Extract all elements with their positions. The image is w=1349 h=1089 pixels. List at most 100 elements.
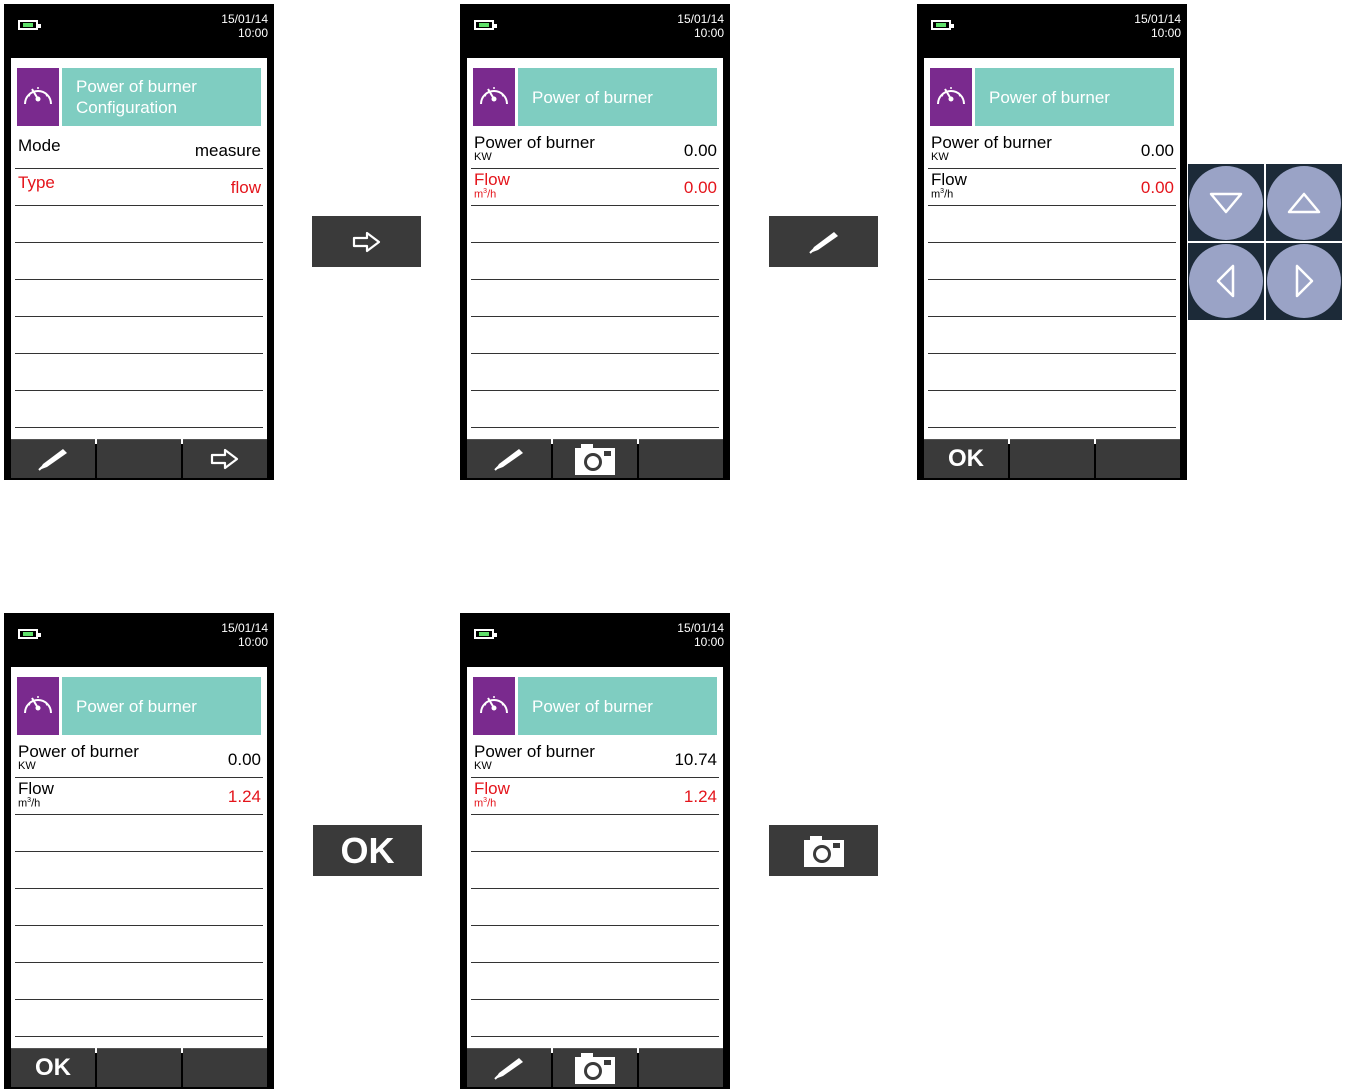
datetime: 15/01/14 10:00 (677, 621, 724, 649)
softkey-empty[interactable] (639, 1048, 723, 1087)
flow-value-editing[interactable]: 1.24 (228, 787, 261, 807)
softkey-snapshot[interactable] (553, 1048, 637, 1087)
power-label: Power of burner (474, 742, 595, 761)
softkey-bar (467, 1048, 723, 1087)
title-line-1: Power of burner (76, 696, 197, 716)
softkey-snapshot[interactable] (553, 439, 637, 478)
gauge-icon (17, 677, 59, 735)
empty-row (928, 317, 1176, 354)
time-label: 10:00 (1150, 26, 1181, 40)
softkey-ok[interactable]: OK (924, 439, 1008, 478)
empty-row (471, 852, 719, 889)
up-key[interactable] (1267, 166, 1341, 240)
mode-row[interactable]: Mode measure (15, 132, 263, 169)
power-label: Power of burner (931, 133, 1052, 152)
down-triangle-icon (1209, 192, 1243, 214)
battery-icon (18, 629, 41, 639)
navigation-pad (1188, 164, 1342, 320)
device-screen-flow-entered: 15/01/14 10:00 Power of burner Power of … (4, 613, 274, 1089)
empty-row (15, 815, 263, 852)
screen-title: Power of burner (975, 68, 1174, 126)
gauge-icon (473, 677, 515, 735)
time-label: 10:00 (237, 26, 268, 40)
empty-row (15, 1000, 263, 1037)
power-unit: KW (931, 151, 949, 163)
type-row-selected[interactable]: Type flow (15, 169, 263, 206)
empty-row (471, 889, 719, 926)
date-label: 15/01/14 (677, 12, 724, 26)
empty-row (15, 926, 263, 963)
ok-label: OK (340, 829, 395, 871)
softkey-edit[interactable] (467, 439, 551, 478)
power-unit: KW (474, 760, 492, 772)
screen-title: Power of burner Configuration (62, 68, 261, 126)
display-area: Power of burner Power of burner KW 0.00 … (467, 58, 723, 444)
time-label: 10:00 (237, 635, 268, 649)
status-bar: 15/01/14 10:00 (460, 613, 730, 661)
empty-row (471, 926, 719, 963)
down-key[interactable] (1189, 166, 1263, 240)
softkey-next[interactable] (183, 439, 267, 478)
flow-value-editing[interactable]: 0.00 (1141, 178, 1174, 198)
left-key[interactable] (1189, 244, 1263, 318)
flow-row-selected[interactable]: Flow m3/h 0.00 (471, 169, 719, 206)
right-key[interactable] (1267, 244, 1341, 318)
empty-row (15, 889, 263, 926)
left-triangle-icon (1216, 264, 1235, 298)
flow-row[interactable]: Flow m3/h 1.24 (15, 778, 263, 815)
empty-row (928, 243, 1176, 280)
battery-icon (474, 20, 497, 30)
softkey-ok[interactable]: OK (11, 1048, 95, 1087)
empty-row (15, 963, 263, 1000)
power-row[interactable]: Power of burner KW 0.00 (471, 132, 719, 169)
step-key-next (312, 216, 421, 267)
status-bar: 15/01/14 10:00 (4, 4, 274, 52)
power-row[interactable]: Power of burner KW 0.00 (928, 132, 1176, 169)
flow-unit: m3/h (474, 797, 497, 810)
softkey-edit[interactable] (467, 1048, 551, 1087)
arrow-right-icon (210, 448, 239, 470)
flow-row[interactable]: Flow m3/h 0.00 (928, 169, 1176, 206)
softkey-empty[interactable] (1010, 439, 1094, 478)
title-line-1: Power of burner (532, 87, 653, 107)
device-screen-power-of-burner: 15/01/14 10:00 Power of burner Power of … (460, 4, 730, 480)
softkey-bar (11, 439, 267, 478)
gauge-icon (17, 68, 59, 126)
empty-row (15, 317, 263, 354)
softkey-empty[interactable] (97, 439, 181, 478)
power-value: 0.00 (1140, 141, 1174, 160)
gauge-icon (930, 68, 972, 126)
datetime: 15/01/14 10:00 (677, 12, 724, 40)
softkey-empty[interactable] (97, 1048, 181, 1087)
softkey-bar: OK (11, 1048, 267, 1087)
title-line-1: Power of burner (989, 87, 1110, 107)
flow-unit: m3/h (474, 188, 497, 201)
camera-icon (575, 1053, 615, 1084)
battery-icon (931, 20, 954, 30)
title-line-1: Power of burner (76, 77, 197, 96)
camera-icon (575, 444, 615, 475)
empty-row (15, 206, 263, 243)
softkey-bar (467, 439, 723, 478)
softkey-empty[interactable] (183, 1048, 267, 1087)
step-key-snapshot (769, 825, 878, 876)
power-row[interactable]: Power of burner KW 0.00 (15, 741, 263, 778)
pencil-icon (808, 231, 838, 254)
power-row[interactable]: Power of burner KW 10.74 (471, 741, 719, 778)
display-area: Power of burner Power of burner KW 0.00 … (924, 58, 1180, 444)
date-label: 15/01/14 (1134, 12, 1181, 26)
status-bar: 15/01/14 10:00 (4, 613, 274, 661)
flow-row-selected[interactable]: Flow m3/h 1.24 (471, 778, 719, 815)
title-line-1: Power of burner (532, 696, 653, 716)
softkey-empty[interactable] (1096, 439, 1180, 478)
status-bar: 15/01/14 10:00 (460, 4, 730, 52)
softkey-edit[interactable] (11, 439, 95, 478)
flow-label: Flow (18, 779, 54, 798)
type-value: flow (230, 178, 261, 197)
device-screen-edit-mode: 15/01/14 10:00 Power of burner Power of … (917, 4, 1187, 480)
battery-icon (474, 629, 497, 639)
empty-row (471, 317, 719, 354)
display-area: Power of burner Power of burner KW 0.00 … (11, 667, 267, 1053)
flow-label: Flow (474, 779, 510, 798)
softkey-empty[interactable] (639, 439, 723, 478)
